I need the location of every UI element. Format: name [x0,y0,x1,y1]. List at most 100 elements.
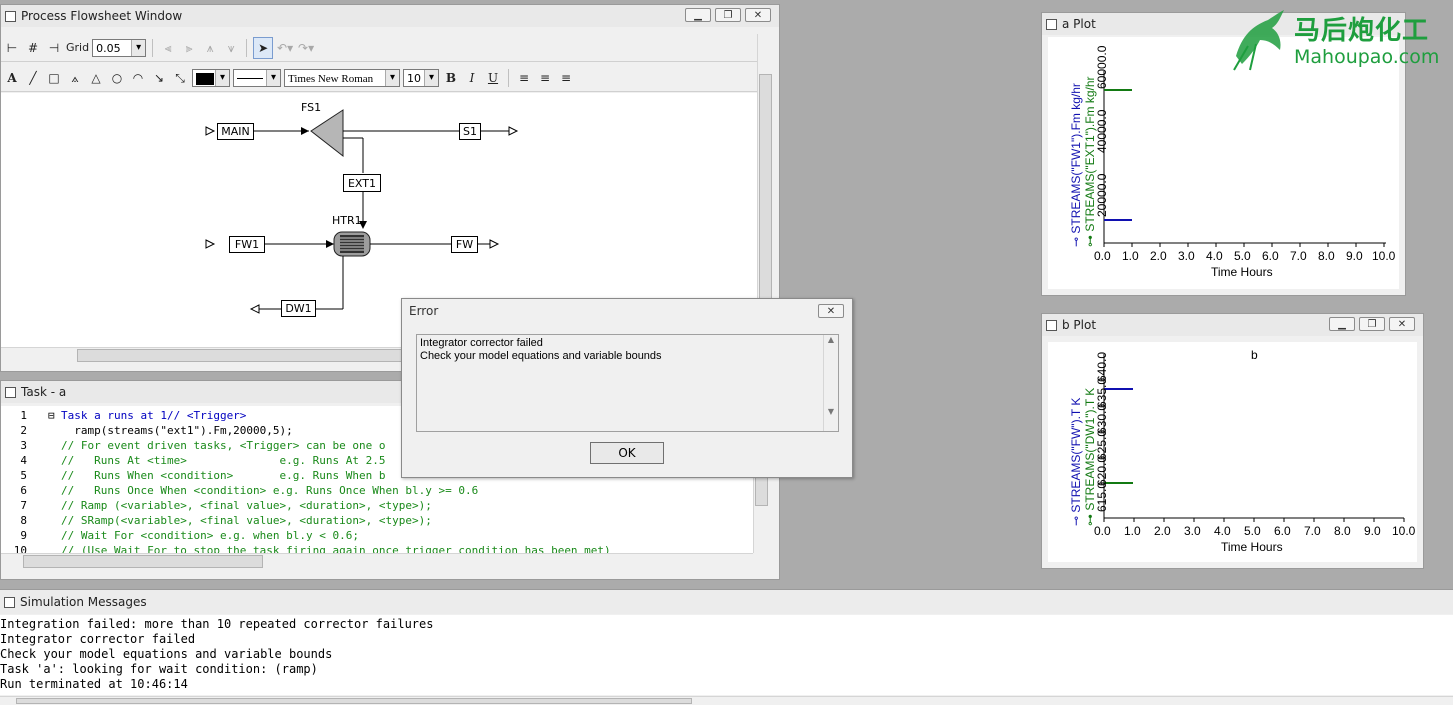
flowsheet-window-buttons: ▁ ❐ ✕ [685,8,771,22]
messages-horizontal-scrollbar[interactable] [0,696,1453,705]
close-button[interactable]: ✕ [1389,317,1415,331]
align-text-right-icon[interactable]: ≡ [557,68,575,88]
y-axis-labels: ⊸ STREAMS("FW1").Fm kg/hr ⊶ STREAMS("EXT… [1048,37,1109,247]
error-close-button[interactable]: ✕ [818,304,844,318]
underline-button[interactable]: U [484,68,502,88]
messages-title: Simulation Messages [20,595,147,609]
arc-tool-icon[interactable]: ◠ [129,68,147,88]
series-ext1-legend-icon: ⊶ [1083,231,1097,247]
y-tick-label: 635.0 [1095,377,1109,408]
y-tick-label: 60000.0 [1095,45,1109,89]
pointer-grid-icon[interactable]: ⊢ [3,38,21,58]
font-name-select[interactable]: Times New Roman [284,68,400,87]
snap-grid-icon[interactable]: ⊣ [45,38,63,58]
close-button[interactable]: ✕ [745,8,771,22]
flowsheet-toolbar-2: A ╱ □ ⟑ △ ○ ◠ ↘ ⤡ Times New Roman 10 B I… [1,64,757,92]
y-tick-label: 640.0 [1095,351,1109,382]
restore-button[interactable]: ❐ [1359,317,1385,331]
ellipse-tool-icon[interactable]: ○ [108,68,126,88]
series-fw1-legend-icon: ⊸ [1069,233,1083,247]
scrollbar-thumb[interactable] [755,476,768,506]
align-text-left-icon[interactable]: ≡ [515,68,533,88]
scrollbar-thumb[interactable] [759,74,772,314]
font-size-select[interactable]: 10 [403,68,439,87]
plot-icon [1046,18,1057,30]
align-top-icon[interactable]: ⩚ [201,38,219,58]
block-label-htr1: HTR1 [332,214,362,227]
flowsheet-toolbar-1: ⊢ # ⊣ Grid 0.05 ⫷ ⫸ ⩚ ⩛ ➤ ↶▾ ↷▾ [1,34,757,62]
messages-titlebar[interactable]: Simulation Messages [0,590,1453,614]
restore-button[interactable]: ❐ [715,8,741,22]
y-tick-label: 40000.0 [1095,109,1109,153]
x-tick-labels: 0.0 1.0 2.0 3.0 4.0 5.0 6.0 7.0 8.0 9.0 … [1094,249,1396,263]
message-line: Integrator corrector failed [0,632,196,646]
polygon-tool-icon[interactable]: ⟑ [66,68,84,88]
align-center-icon[interactable]: ⫸ [180,38,198,58]
grid-size-select[interactable]: 0.05 [92,38,147,57]
messages-panel[interactable]: Integration failed: more than 10 repeate… [0,615,1453,695]
plot-b-window: b Plot ▁ ❐ ✕ b 0.0 1.0 2.0 3.0 4.0 5.0 6… [1041,313,1424,569]
messages-window: Simulation Messages Integration failed: … [0,589,1453,705]
redo-icon[interactable]: ↷▾ [297,38,315,58]
y-tick-label: 625.0 [1095,429,1109,460]
grid-size-value: 0.05 [96,41,121,55]
error-title: Error [409,304,439,318]
color-select[interactable] [192,68,230,87]
window-icon [5,10,16,22]
grid-icon[interactable]: # [24,38,42,58]
error-dialog: Error ✕ Integrator corrector failed Chec… [401,298,853,478]
align-left-icon[interactable]: ⫷ [159,38,177,58]
line-style-select[interactable] [233,68,281,87]
scrollbar-thumb[interactable] [77,349,417,362]
font-size-value: 10 [407,71,421,85]
splitter-fs1-icon[interactable] [310,109,344,158]
italic-button[interactable]: I [463,68,481,88]
task-horizontal-scrollbar[interactable] [1,553,753,570]
window-icon [5,386,16,398]
watermark-en: Mahoupao.com [1294,46,1440,68]
error-message-scrollbar[interactable]: ▲ ▼ [823,335,838,431]
triangle-tool-icon[interactable]: △ [87,68,105,88]
text-tool-icon[interactable]: A [3,68,21,88]
x-tick-labels: 0.0 1.0 2.0 3.0 4.0 5.0 6.0 7.0 8.0 9.0 … [1094,524,1416,538]
stream-main[interactable]: MAIN [217,123,254,140]
scrollbar-thumb[interactable] [23,555,263,568]
stream-ext1[interactable]: EXT1 [343,174,381,192]
bold-button[interactable]: B [442,68,460,88]
stream-fw1[interactable]: FW1 [229,236,265,253]
series-fw-label: STREAMS("FW").T K [1069,397,1083,513]
window-icon [4,596,15,608]
message-line: Check your model equations and variable … [0,647,333,661]
rectangle-tool-icon[interactable]: □ [45,68,63,88]
code-line: 8// SRamp(<variable>, <final value>, <du… [20,514,432,527]
align-text-center-icon[interactable]: ≡ [536,68,554,88]
plot-b-area[interactable]: b 0.0 1.0 2.0 3.0 4.0 5.0 6.0 7.0 8.0 9.… [1048,342,1417,562]
plot-a-title: a Plot [1062,17,1096,31]
y-axis-labels: ⊸ STREAMS("FW").T K ⊶ STREAMS("DW1").T K… [1048,342,1109,526]
minimize-button[interactable]: ▁ [685,8,711,22]
arrow-tool-icon[interactable]: ↘ [150,68,168,88]
collapse-icon[interactable]: ⊟ [48,408,55,423]
align-bottom-icon[interactable]: ⩛ [222,38,240,58]
flowsheet-titlebar[interactable]: Process Flowsheet Window [1,5,779,27]
stream-dw1[interactable]: DW1 [281,300,316,317]
stream-s1[interactable]: S1 [459,123,481,140]
ok-button[interactable]: OK [590,442,664,464]
block-label-fs1: FS1 [301,101,322,114]
message-line: Task 'a': looking for wait condition: (r… [0,662,318,676]
stream-fw[interactable]: FW [451,236,478,253]
watermark-logo: 马后炮化工 Mahoupao.com [1228,6,1450,76]
code-line: 7// Ramp (<variable>, <final value>, <du… [20,499,432,512]
plot-b-title: b Plot [1062,318,1097,332]
select-pointer-icon[interactable]: ➤ [253,36,274,59]
y-tick-label: 615.0 [1095,481,1109,512]
double-arrow-tool-icon[interactable]: ⤡ [171,68,189,88]
scrollbar-thumb[interactable] [16,698,692,704]
line-tool-icon[interactable]: ╱ [24,68,42,88]
series-fw1-label: STREAMS("FW1").Fm kg/hr [1069,83,1083,234]
undo-icon[interactable]: ↶▾ [276,38,294,58]
x-axis-label: Time Hours [1221,540,1283,554]
minimize-button[interactable]: ▁ [1329,317,1355,331]
horse-logo-icon [1233,10,1284,71]
x-axis-label: Time Hours [1211,265,1273,279]
